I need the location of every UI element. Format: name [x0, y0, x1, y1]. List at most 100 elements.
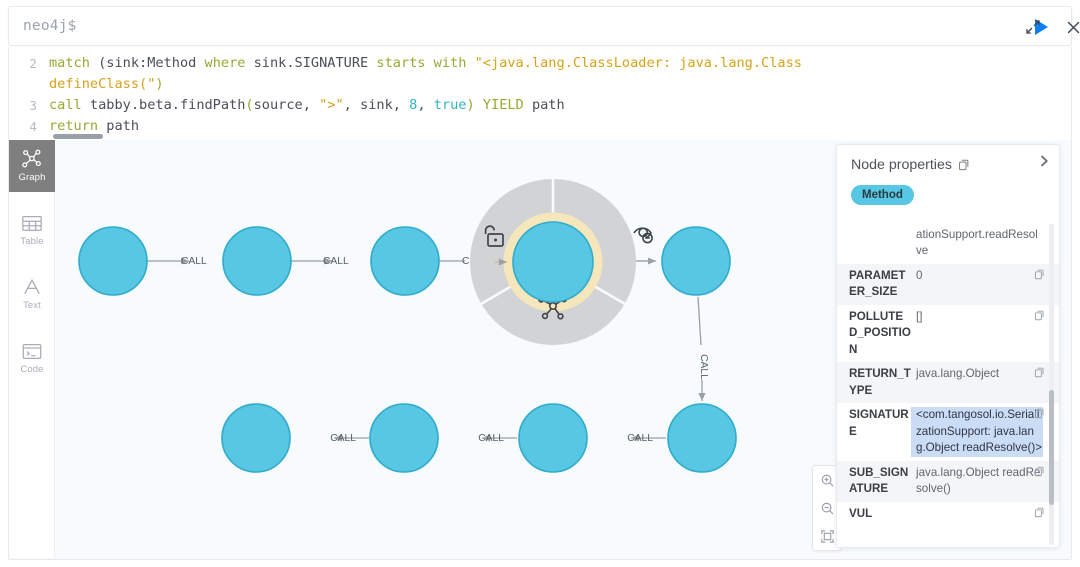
graph-node[interactable] — [661, 226, 731, 296]
property-key: POLLUTED_POSITION — [849, 309, 911, 356]
window-controls — [1016, 12, 1080, 42]
zoom-in-icon — [821, 474, 834, 487]
edge-label-call: CALL — [181, 256, 207, 267]
sidebar-item-graph-label: Graph — [18, 172, 46, 183]
sidebar-item-text[interactable]: Text — [9, 268, 55, 320]
sidebar-item-table[interactable]: Table — [9, 204, 55, 256]
query-prompt-bar[interactable]: neo4j$ — [8, 6, 1072, 46]
code-icon — [22, 343, 42, 359]
property-value[interactable] — [911, 506, 1043, 523]
property-key: VUL — [849, 506, 873, 520]
sidebar-item-table-label: Table — [20, 235, 44, 247]
property-value[interactable]: 0 — [911, 268, 1043, 301]
code-token: true — [433, 97, 467, 113]
code-token: ) — [466, 97, 475, 113]
code-text: defineClass(") — [49, 74, 164, 95]
copy-icon[interactable] — [1034, 466, 1045, 477]
graph-node[interactable] — [221, 403, 291, 473]
code-token: source, — [253, 97, 320, 113]
graph-node[interactable] — [369, 403, 439, 473]
properties-scroll-thumb[interactable] — [1049, 390, 1054, 505]
list-top-clip-mask — [837, 215, 1059, 224]
cypher-code-area[interactable]: 2 match (sink:Method where sink.SIGNATURE… — [8, 47, 1072, 141]
close-icon — [1067, 21, 1079, 33]
line-number: 3 — [29, 98, 37, 113]
properties-scrollbar[interactable] — [1049, 215, 1054, 545]
sidebar-item-graph[interactable]: Graph — [9, 140, 55, 192]
copy-icon[interactable] — [1034, 507, 1045, 518]
graph-node[interactable] — [78, 226, 148, 296]
status-badge[interactable]: Method — [851, 185, 914, 205]
chevron-right-icon — [1041, 155, 1048, 167]
table-row[interactable]: POLLUTED_POSITION[] — [837, 305, 1059, 363]
expand-arrows-icon — [1026, 20, 1040, 34]
table-row[interactable]: VUL — [837, 502, 1059, 527]
zoom-out-icon — [821, 502, 834, 515]
node-properties-header: Node properties — [837, 145, 1059, 173]
copy-icon[interactable] — [1034, 269, 1045, 280]
property-key: RETURN_TYPE — [849, 367, 911, 397]
graph-node[interactable] — [370, 226, 440, 296]
table-row[interactable]: SIGNATURE <com.tangosol.io.SerializationS… — [837, 403, 1059, 461]
code-token: YIELD — [474, 97, 532, 113]
close-button[interactable] — [1056, 12, 1080, 42]
sidebar-item-text-label: Text — [23, 300, 41, 311]
graph-node[interactable] — [518, 403, 588, 473]
code-token: match — [49, 55, 99, 71]
edge-label-call-vertical: CALL — [698, 354, 709, 380]
property-key: SUB_SIGNATURE — [849, 465, 909, 496]
query-editor: neo4j$ 2 match (sink:Method where sink.S… — [8, 6, 1079, 141]
table-row[interactable]: RETURN_TYPE java.lang.Object — [837, 362, 1059, 403]
code-token: path — [106, 118, 140, 134]
copy-icon[interactable] — [1034, 408, 1045, 419]
code-token: return — [49, 118, 107, 134]
property-value[interactable]: java.lang.Object — [911, 366, 1043, 399]
copy-icon[interactable] — [958, 159, 970, 171]
page-title: Node properties — [851, 157, 952, 173]
code-line: 3 call tabby.beta.findPath(source, ">", s… — [9, 95, 1071, 116]
graph-node[interactable] — [222, 226, 292, 296]
graph-node[interactable] — [667, 403, 737, 473]
code-token: ">" — [319, 97, 344, 113]
code-token: (sink:Method — [98, 55, 205, 71]
code-token: tabby.beta.findPath — [89, 97, 246, 113]
code-token: defineClass(" — [49, 76, 156, 92]
edge-label-call: CALL — [478, 433, 504, 444]
editor-horizontal-scrollbar[interactable] — [9, 133, 1071, 140]
node-properties-list[interactable]: NAMEDcom.tangosol.io.SerializationSuppor… — [837, 215, 1059, 545]
edge-label-call: CALL — [323, 256, 349, 267]
property-key: SIGNATURE — [849, 408, 909, 438]
table-row[interactable]: SUB_SIGNATURE java.lang.Object readResolv… — [837, 460, 1059, 502]
property-value[interactable]: java.lang.Object readResolve() — [911, 465, 1043, 498]
line-number — [9, 74, 49, 95]
graph-icon — [22, 149, 41, 168]
code-lines: 2 match (sink:Method where sink.SIGNATURE… — [9, 53, 1071, 137]
property-key: PARAMETER_SIZE — [849, 268, 906, 299]
collapse-panel-button[interactable] — [1039, 154, 1050, 171]
code-text: match (sink:Method where sink.SIGNATURE … — [49, 53, 802, 74]
sidebar-item-code[interactable]: Code — [9, 332, 55, 384]
neo4j-browser-window: neo4j$ 2 match (sink:Method where sink.S… — [0, 0, 1080, 567]
table-row[interactable]: PARAMETER_SIZE 0 — [837, 263, 1059, 305]
code-line: defineClass(") — [9, 74, 1071, 95]
graph-node-selected[interactable] — [512, 221, 594, 303]
view-switcher-rail: Graph Table Text Code — [9, 140, 55, 558]
code-text: call tabby.beta.findPath(source, ">", si… — [49, 95, 565, 116]
copy-icon[interactable] — [1034, 367, 1045, 378]
sidebar-item-code-label: Code — [20, 363, 44, 375]
copy-icon[interactable] — [1034, 310, 1045, 321]
code-token: "<java.lang.ClassLoader: java.lang.Class — [474, 55, 802, 71]
table-icon — [22, 215, 42, 231]
edge-n5-n6-upper — [697, 296, 702, 346]
hide-eye-off-icon[interactable] — [633, 227, 653, 244]
edge-label-call: CALL — [627, 433, 653, 444]
edge-label-call: CALL — [330, 433, 356, 444]
code-token: , — [417, 97, 434, 113]
code-token: , sink, — [343, 97, 410, 113]
code-token: where — [204, 55, 254, 71]
property-value[interactable]: <com.tangosol.io.SerializationSupport: j… — [911, 407, 1043, 457]
editor-scroll-thumb[interactable] — [53, 134, 103, 139]
property-value[interactable]: [] — [911, 309, 1043, 359]
code-token: path — [531, 97, 565, 113]
expand-button[interactable] — [1016, 12, 1050, 42]
